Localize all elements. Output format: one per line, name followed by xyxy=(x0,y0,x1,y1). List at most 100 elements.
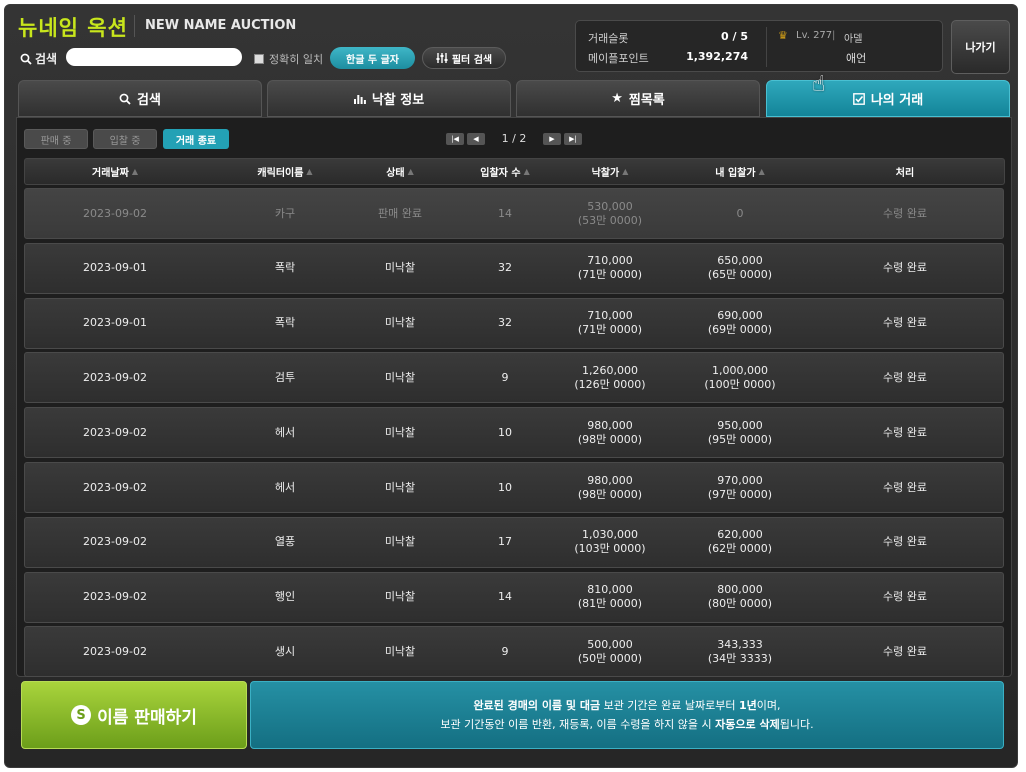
cell-price-value: 710,000 xyxy=(587,309,633,323)
cell-price-value: 980,000 xyxy=(587,473,633,487)
cell-mybid-korean: (62만 0000) xyxy=(707,542,773,556)
first-page-icon[interactable]: |◀ xyxy=(446,133,464,145)
maple-points-label: 메이플포인트 xyxy=(588,52,649,65)
exact-match-checkbox[interactable] xyxy=(254,54,264,64)
cell-date: 2023-09-02 xyxy=(25,573,205,622)
cell-mybid: 950,000 (95만 0000) xyxy=(675,408,805,457)
notice-text-1: 보관 기간은 완료 날짜로부터 xyxy=(600,699,740,712)
cell-date-value: 2023-09-02 xyxy=(83,206,147,220)
table-row[interactable]: 2023-09-02 검투 미낙찰 9 1,260,000 (126만 0000) 1,00… xyxy=(24,352,1004,404)
cell-mybid: 970,000 (97만 0000) xyxy=(675,463,805,512)
cell-price-korean: (71만 0000) xyxy=(577,323,643,337)
col-price-label: 낙찰가 xyxy=(591,168,620,179)
cell-mybid: 0 xyxy=(675,189,805,238)
cell-price-value: 1,030,000 xyxy=(582,528,638,542)
cell-status-value: 미낙찰 xyxy=(384,644,416,658)
sliders-icon xyxy=(436,53,448,63)
notice-text-3: 보관 기간동안 이름 반환, 재등록, 이름 수령을 하지 않을 시 xyxy=(440,718,716,731)
cell-price: 1,030,000 (103만 0000) xyxy=(545,518,675,567)
tab-my-trades[interactable]: 나의 거래 xyxy=(766,80,1010,117)
sort-icon: ▲ xyxy=(131,167,138,176)
search-icon xyxy=(119,93,131,105)
cell-name-value: 열풍 xyxy=(274,535,296,549)
character-level: Lv. 277 xyxy=(796,30,833,41)
cell-name-value: 검투 xyxy=(274,370,296,384)
table-row[interactable]: 2023-09-02 카구 판매 완료 14 530,000 (53만 0000) 0 수령 … xyxy=(24,188,1004,239)
sell-name-button[interactable]: S 이름 판매하기 xyxy=(21,681,247,749)
table-row[interactable]: 2023-09-01 폭락 미낙찰 32 710,000 (71만 0000) 650,00… xyxy=(24,242,1004,294)
cell-mybid: 1,000,000 (100만 0000) xyxy=(675,353,805,402)
cell-action-value: 수령 완료 xyxy=(883,206,927,220)
table-row[interactable]: 2023-09-02 생시 미낙찰 9 500,000 (50만 0000) 343,333… xyxy=(24,626,1004,678)
cell-bidders-value: 14 xyxy=(498,590,512,604)
cell-mybid-korean: (100만 0000) xyxy=(704,377,776,391)
cell-mybid-korean: (80만 0000) xyxy=(707,597,773,611)
cell-mybid-value: 690,000 xyxy=(717,309,763,323)
tab-auction-results[interactable]: 낙찰 정보 xyxy=(267,80,511,117)
cell-mybid: 620,000 (62만 0000) xyxy=(675,518,805,567)
table-row[interactable]: 2023-09-02 행인 미낙찰 14 810,000 (81만 0000) 800,00… xyxy=(24,571,1004,623)
sort-icon: ▲ xyxy=(622,167,629,176)
cell-mybid-korean: (34만 3333) xyxy=(707,651,773,665)
star-icon: ★ xyxy=(611,91,623,106)
trade-slots-value: 0 / 5 xyxy=(721,30,748,43)
subtab-bidding[interactable]: 입찰 중 xyxy=(93,129,157,149)
exact-match-option[interactable]: 정확히 일치 xyxy=(254,51,323,67)
search-label: 검색 xyxy=(35,52,58,66)
coin-icon: S xyxy=(71,705,92,725)
subtab-completed[interactable]: 거래 종료 xyxy=(163,129,229,149)
cell-bidders-value: 9 xyxy=(501,370,509,384)
notice-bold-3: 자동으로 삭제 xyxy=(715,718,780,731)
subtab-selling[interactable]: 판매 중 xyxy=(24,129,88,149)
table-row[interactable]: 2023-09-02 열풍 미낙찰 17 1,030,000 (103만 0000) 620… xyxy=(24,516,1004,568)
prev-page-icon[interactable]: ◀ xyxy=(467,133,485,145)
cell-mybid: 650,000 (65만 0000) xyxy=(675,244,805,293)
cell-date: 2023-09-01 xyxy=(25,244,205,293)
cell-mybid-value: 620,000 xyxy=(717,528,763,542)
table-row[interactable]: 2023-09-02 헤서 미낙찰 10 980,000 (98만 0000) 970,00… xyxy=(24,462,1004,513)
cell-price-value: 500,000 xyxy=(587,637,633,651)
cell-bidders-value: 32 xyxy=(498,261,512,275)
sell-name-label: 이름 판매하기 xyxy=(97,707,197,728)
tab-wishlist-label: 찜목록 xyxy=(628,93,665,108)
cell-price: 980,000 (98만 0000) xyxy=(545,408,675,457)
search-input[interactable] xyxy=(66,48,242,66)
info-divider xyxy=(766,27,767,67)
table-row[interactable]: 2023-09-02 헤서 미낙찰 10 980,000 (98만 0000) 950,00… xyxy=(24,407,1004,459)
col-date-label: 거래날짜 xyxy=(92,168,129,179)
col-price[interactable]: 낙찰가 ▲ xyxy=(545,159,675,184)
cell-date-value: 2023-09-02 xyxy=(83,590,147,604)
cell-price-value: 710,000 xyxy=(587,254,633,268)
tab-wishlist[interactable]: ★ 찜목록 xyxy=(516,80,760,117)
notice-text-2: 이며, xyxy=(756,699,781,712)
cell-date-value: 2023-09-02 xyxy=(83,644,147,658)
cell-name-value: 폭락 xyxy=(274,316,296,330)
table-row[interactable]: 2023-09-01 폭락 미낙찰 32 710,000 (71만 0000) 690,00… xyxy=(24,297,1004,349)
cell-name-value: 폭락 xyxy=(274,261,296,275)
cell-mybid-value: 0 xyxy=(736,206,744,220)
next-page-icon[interactable]: ▶ xyxy=(543,133,561,145)
tab-search[interactable]: 검색 xyxy=(18,80,262,117)
cell-mybid: 690,000 (69만 0000) xyxy=(675,299,805,348)
col-my-bid[interactable]: 내 입찰가 ▲ xyxy=(675,159,805,184)
cell-mybid-korean: (97만 0000) xyxy=(707,487,773,501)
filter-search-button[interactable]: 필터 검색 xyxy=(422,47,506,69)
cell-date: 2023-09-01 xyxy=(25,299,205,348)
trade-slots-label: 거래슬롯 xyxy=(588,32,629,45)
cell-action: 수령 완료 xyxy=(845,627,965,676)
col-date[interactable]: 거래날짜 ▲ xyxy=(25,159,205,184)
col-status-label: 상태 xyxy=(386,168,405,179)
exit-button[interactable]: 나가기 xyxy=(951,20,1010,74)
cell-action-value: 수령 완료 xyxy=(883,480,927,494)
notice-line-2: 보관 기간동안 이름 반환, 재등록, 이름 수령을 하지 않을 시 자동으로 … xyxy=(251,715,1003,734)
logo-divider xyxy=(134,15,135,37)
last-page-icon[interactable]: ▶| xyxy=(564,133,582,145)
cell-action: 수령 완료 xyxy=(845,408,965,457)
cell-name-value: 카구 xyxy=(274,206,296,220)
cell-mybid-value: 800,000 xyxy=(717,583,763,597)
col-action: 처리 xyxy=(845,159,965,184)
search-icon xyxy=(20,53,32,65)
cell-date-value: 2023-09-02 xyxy=(83,480,147,494)
hangul-two-char-button[interactable]: 한글 두 글자 xyxy=(330,47,415,69)
checkbox-icon xyxy=(852,92,865,105)
